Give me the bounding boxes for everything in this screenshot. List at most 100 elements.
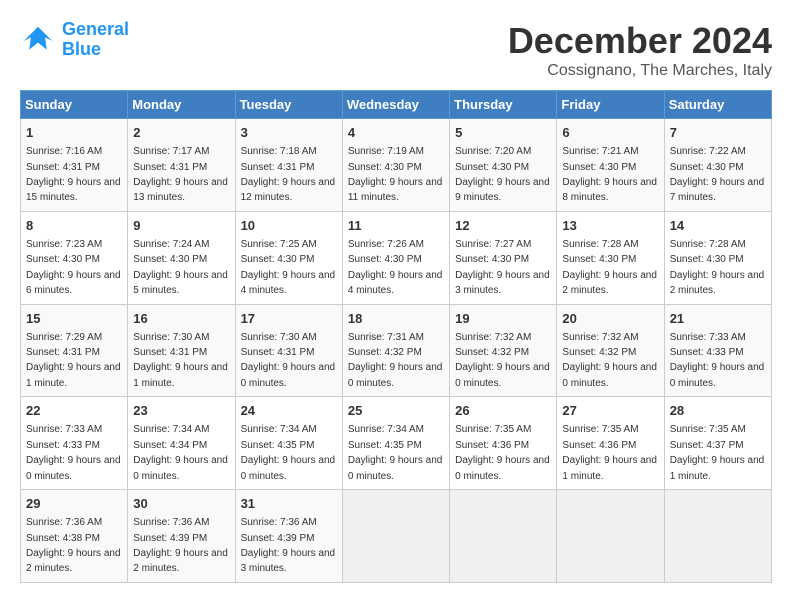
calendar-header-tuesday: Tuesday bbox=[235, 91, 342, 119]
calendar-day-cell: 5 Sunrise: 7:20 AM Sunset: 4:30 PM Dayli… bbox=[450, 119, 557, 212]
calendar-header-friday: Friday bbox=[557, 91, 664, 119]
day-number: 6 bbox=[562, 124, 658, 142]
daylight-info: Daylight: 9 hours and 4 minutes. bbox=[241, 270, 336, 296]
calendar-day-cell: 22 Sunrise: 7:33 AM Sunset: 4:33 PM Dayl… bbox=[21, 397, 128, 490]
daylight-info: Daylight: 9 hours and 0 minutes. bbox=[26, 455, 121, 481]
sunset-info: Sunset: 4:31 PM bbox=[133, 347, 207, 358]
calendar-week-row: 22 Sunrise: 7:33 AM Sunset: 4:33 PM Dayl… bbox=[21, 397, 772, 490]
sunset-info: Sunset: 4:35 PM bbox=[348, 440, 422, 451]
sunset-info: Sunset: 4:35 PM bbox=[241, 440, 315, 451]
day-number: 3 bbox=[241, 124, 337, 142]
sunset-info: Sunset: 4:31 PM bbox=[26, 162, 100, 173]
day-number: 1 bbox=[26, 124, 122, 142]
calendar-day-cell: 31 Sunrise: 7:36 AM Sunset: 4:39 PM Dayl… bbox=[235, 490, 342, 583]
sunset-info: Sunset: 4:30 PM bbox=[133, 254, 207, 265]
calendar-day-cell: 12 Sunrise: 7:27 AM Sunset: 4:30 PM Dayl… bbox=[450, 211, 557, 304]
day-number: 24 bbox=[241, 402, 337, 420]
sunrise-info: Sunrise: 7:36 AM bbox=[26, 517, 102, 528]
daylight-info: Daylight: 9 hours and 2 minutes. bbox=[133, 548, 228, 574]
calendar-week-row: 15 Sunrise: 7:29 AM Sunset: 4:31 PM Dayl… bbox=[21, 304, 772, 397]
calendar-day-cell: 28 Sunrise: 7:35 AM Sunset: 4:37 PM Dayl… bbox=[664, 397, 771, 490]
day-number: 20 bbox=[562, 310, 658, 328]
daylight-info: Daylight: 9 hours and 0 minutes. bbox=[241, 362, 336, 388]
calendar-header-row: SundayMondayTuesdayWednesdayThursdayFrid… bbox=[21, 91, 772, 119]
sunset-info: Sunset: 4:36 PM bbox=[455, 440, 529, 451]
daylight-info: Daylight: 9 hours and 11 minutes. bbox=[348, 177, 443, 203]
calendar-day-cell: 1 Sunrise: 7:16 AM Sunset: 4:31 PM Dayli… bbox=[21, 119, 128, 212]
calendar-day-cell: 21 Sunrise: 7:33 AM Sunset: 4:33 PM Dayl… bbox=[664, 304, 771, 397]
daylight-info: Daylight: 9 hours and 6 minutes. bbox=[26, 270, 121, 296]
sunrise-info: Sunrise: 7:20 AM bbox=[455, 146, 531, 157]
calendar-day-cell: 3 Sunrise: 7:18 AM Sunset: 4:31 PM Dayli… bbox=[235, 119, 342, 212]
daylight-info: Daylight: 9 hours and 7 minutes. bbox=[670, 177, 765, 203]
day-number: 16 bbox=[133, 310, 229, 328]
logo: General Blue bbox=[20, 20, 129, 60]
sunset-info: Sunset: 4:39 PM bbox=[133, 533, 207, 544]
calendar-day-cell: 27 Sunrise: 7:35 AM Sunset: 4:36 PM Dayl… bbox=[557, 397, 664, 490]
calendar-day-cell: 30 Sunrise: 7:36 AM Sunset: 4:39 PM Dayl… bbox=[128, 490, 235, 583]
sunrise-info: Sunrise: 7:35 AM bbox=[562, 424, 638, 435]
calendar-day-cell: 24 Sunrise: 7:34 AM Sunset: 4:35 PM Dayl… bbox=[235, 397, 342, 490]
sunset-info: Sunset: 4:33 PM bbox=[26, 440, 100, 451]
sunrise-info: Sunrise: 7:30 AM bbox=[133, 332, 209, 343]
day-number: 8 bbox=[26, 217, 122, 235]
daylight-info: Daylight: 9 hours and 2 minutes. bbox=[670, 270, 765, 296]
subtitle: Cossignano, The Marches, Italy bbox=[508, 62, 772, 80]
sunrise-info: Sunrise: 7:34 AM bbox=[348, 424, 424, 435]
sunrise-info: Sunrise: 7:28 AM bbox=[670, 239, 746, 250]
daylight-info: Daylight: 9 hours and 5 minutes. bbox=[133, 270, 228, 296]
daylight-info: Daylight: 9 hours and 1 minute. bbox=[26, 362, 121, 388]
day-number: 2 bbox=[133, 124, 229, 142]
calendar-header-monday: Monday bbox=[128, 91, 235, 119]
sunrise-info: Sunrise: 7:24 AM bbox=[133, 239, 209, 250]
header: General Blue December 2024 Cossignano, T… bbox=[20, 20, 772, 80]
day-number: 17 bbox=[241, 310, 337, 328]
sunrise-info: Sunrise: 7:34 AM bbox=[133, 424, 209, 435]
main-title: December 2024 bbox=[508, 20, 772, 62]
day-number: 25 bbox=[348, 402, 444, 420]
sunset-info: Sunset: 4:30 PM bbox=[455, 162, 529, 173]
sunset-info: Sunset: 4:39 PM bbox=[241, 533, 315, 544]
calendar-week-row: 1 Sunrise: 7:16 AM Sunset: 4:31 PM Dayli… bbox=[21, 119, 772, 212]
day-number: 15 bbox=[26, 310, 122, 328]
sunset-info: Sunset: 4:30 PM bbox=[241, 254, 315, 265]
sunrise-info: Sunrise: 7:36 AM bbox=[241, 517, 317, 528]
day-number: 10 bbox=[241, 217, 337, 235]
daylight-info: Daylight: 9 hours and 1 minute. bbox=[562, 455, 657, 481]
sunset-info: Sunset: 4:30 PM bbox=[26, 254, 100, 265]
sunset-info: Sunset: 4:33 PM bbox=[670, 347, 744, 358]
daylight-info: Daylight: 9 hours and 0 minutes. bbox=[670, 362, 765, 388]
calendar-day-cell: 25 Sunrise: 7:34 AM Sunset: 4:35 PM Dayl… bbox=[342, 397, 449, 490]
day-number: 23 bbox=[133, 402, 229, 420]
day-number: 14 bbox=[670, 217, 766, 235]
daylight-info: Daylight: 9 hours and 1 minute. bbox=[670, 455, 765, 481]
calendar-day-cell: 15 Sunrise: 7:29 AM Sunset: 4:31 PM Dayl… bbox=[21, 304, 128, 397]
sunset-info: Sunset: 4:38 PM bbox=[26, 533, 100, 544]
sunset-info: Sunset: 4:37 PM bbox=[670, 440, 744, 451]
sunset-info: Sunset: 4:30 PM bbox=[455, 254, 529, 265]
calendar-day-cell: 17 Sunrise: 7:30 AM Sunset: 4:31 PM Dayl… bbox=[235, 304, 342, 397]
calendar-day-cell: 7 Sunrise: 7:22 AM Sunset: 4:30 PM Dayli… bbox=[664, 119, 771, 212]
sunset-info: Sunset: 4:30 PM bbox=[348, 162, 422, 173]
calendar-day-cell: 13 Sunrise: 7:28 AM Sunset: 4:30 PM Dayl… bbox=[557, 211, 664, 304]
calendar-day-cell: 2 Sunrise: 7:17 AM Sunset: 4:31 PM Dayli… bbox=[128, 119, 235, 212]
daylight-info: Daylight: 9 hours and 2 minutes. bbox=[562, 270, 657, 296]
sunrise-info: Sunrise: 7:26 AM bbox=[348, 239, 424, 250]
sunrise-info: Sunrise: 7:29 AM bbox=[26, 332, 102, 343]
daylight-info: Daylight: 9 hours and 15 minutes. bbox=[26, 177, 121, 203]
day-number: 7 bbox=[670, 124, 766, 142]
sunset-info: Sunset: 4:31 PM bbox=[133, 162, 207, 173]
sunrise-info: Sunrise: 7:30 AM bbox=[241, 332, 317, 343]
sunrise-info: Sunrise: 7:32 AM bbox=[455, 332, 531, 343]
sunset-info: Sunset: 4:30 PM bbox=[562, 254, 636, 265]
sunset-info: Sunset: 4:32 PM bbox=[562, 347, 636, 358]
sunrise-info: Sunrise: 7:35 AM bbox=[455, 424, 531, 435]
day-number: 11 bbox=[348, 217, 444, 235]
day-number: 27 bbox=[562, 402, 658, 420]
daylight-info: Daylight: 9 hours and 2 minutes. bbox=[26, 548, 121, 574]
calendar-header-saturday: Saturday bbox=[664, 91, 771, 119]
day-number: 30 bbox=[133, 495, 229, 513]
sunrise-info: Sunrise: 7:16 AM bbox=[26, 146, 102, 157]
daylight-info: Daylight: 9 hours and 0 minutes. bbox=[241, 455, 336, 481]
day-number: 18 bbox=[348, 310, 444, 328]
